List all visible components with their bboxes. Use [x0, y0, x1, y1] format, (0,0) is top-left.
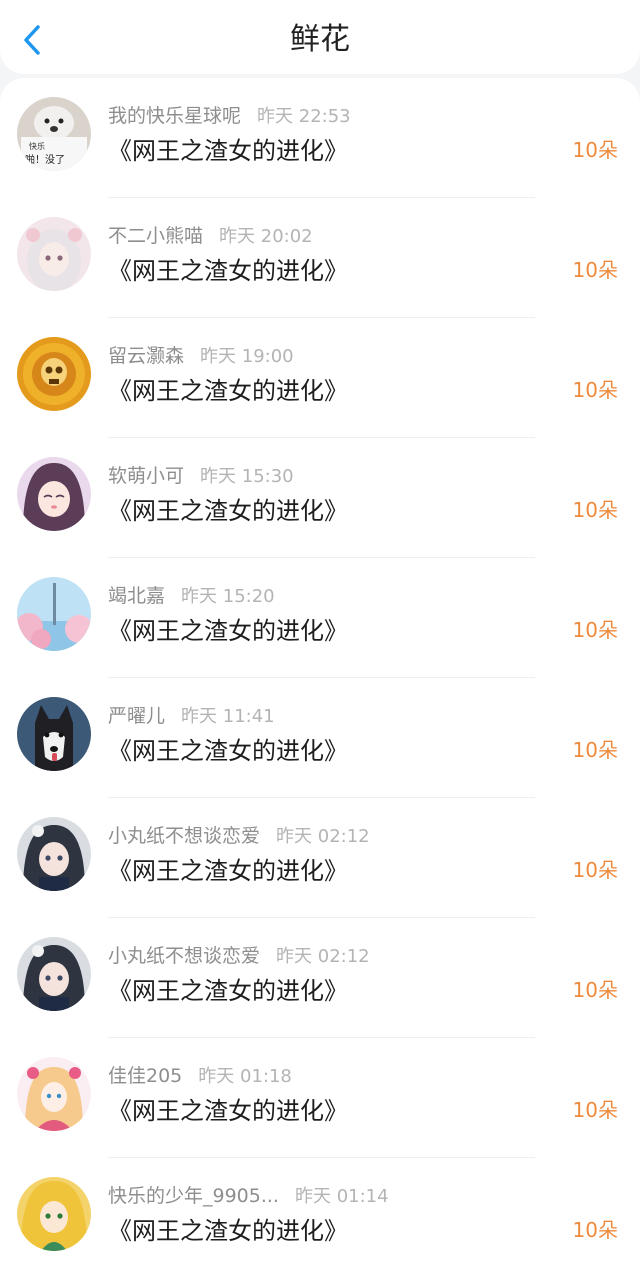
flower-count: 10朵 [572, 138, 618, 162]
flower-count: 10朵 [572, 738, 618, 762]
timestamp: 昨天 22:53 [257, 106, 351, 127]
timestamp: 昨天 01:14 [294, 1186, 389, 1207]
dog-meme-avatar-icon: 快乐 啪！没了 [17, 97, 91, 171]
golden-skull-avatar-icon [17, 337, 91, 411]
list-item[interactable]: 佳佳205 昨天 01:18 《网王之渣女的进化》 10朵 [0, 1038, 640, 1158]
anime-girl-avatar-icon [17, 1057, 91, 1131]
list-item[interactable]: 小丸纸不想谈恋爱 昨天 02:12 《网王之渣女的进化》 10朵 [0, 918, 640, 1038]
page-title: 鲜花 [290, 22, 350, 57]
item-meta: 佳佳205 昨天 01:18 [108, 1063, 292, 1090]
item-meta: 我的快乐星球呢 昨天 22:53 [108, 103, 351, 130]
item-meta: 不二小熊喵 昨天 20:02 [108, 223, 313, 250]
timestamp: 昨天 11:41 [181, 706, 275, 727]
avatar[interactable] [17, 217, 91, 291]
flower-count: 10朵 [572, 858, 618, 882]
timestamp: 昨天 02:12 [276, 946, 370, 967]
item-meta: 竭北嘉 昨天 15:20 [108, 583, 275, 610]
book-title[interactable]: 《网王之渣女的进化》 [108, 1215, 348, 1247]
avatar[interactable] [17, 817, 91, 891]
flower-count: 10朵 [572, 618, 618, 642]
svg-text:啪！没了: 啪！没了 [25, 153, 65, 166]
blonde-anime-avatar-icon [17, 1177, 91, 1251]
list-item[interactable]: 留云灏森 昨天 19:00 《网王之渣女的进化》 10朵 [0, 318, 640, 438]
avatar[interactable] [17, 577, 91, 651]
list-item[interactable]: 不二小熊喵 昨天 20:02 《网王之渣女的进化》 10朵 [0, 198, 640, 318]
book-title[interactable]: 《网王之渣女的进化》 [108, 375, 348, 407]
book-title[interactable]: 《网王之渣女的进化》 [108, 255, 348, 287]
avatar[interactable] [17, 697, 91, 771]
item-meta: 小丸纸不想谈恋爱 昨天 02:12 [108, 823, 370, 850]
username[interactable]: 小丸纸不想谈恋爱 [108, 825, 260, 847]
book-title[interactable]: 《网王之渣女的进化》 [108, 975, 348, 1007]
flower-count: 10朵 [572, 1218, 618, 1242]
avatar[interactable]: 快乐 啪！没了 [17, 97, 91, 171]
book-title[interactable]: 《网王之渣女的进化》 [108, 615, 348, 647]
flower-count: 10朵 [572, 1098, 618, 1122]
anime-girl-avatar-icon [17, 217, 91, 291]
flower-list: 快乐 啪！没了 我的快乐星球呢 昨天 22:53 《网王之渣女的进化》 10朵 不… [0, 78, 640, 1272]
book-title[interactable]: 《网王之渣女的进化》 [108, 855, 348, 887]
sakura-scene-avatar-icon [17, 577, 91, 651]
book-title[interactable]: 《网王之渣女的进化》 [108, 135, 348, 167]
username[interactable]: 竭北嘉 [108, 585, 165, 607]
avatar[interactable] [17, 937, 91, 1011]
top-bar: 鲜花 [0, 0, 640, 74]
list-item[interactable]: 严曜儿 昨天 11:41 《网王之渣女的进化》 10朵 [0, 678, 640, 798]
flower-count: 10朵 [572, 978, 618, 1002]
flower-count: 10朵 [572, 378, 618, 402]
item-meta: 小丸纸不想谈恋爱 昨天 02:12 [108, 943, 370, 970]
list-item[interactable]: 小丸纸不想谈恋爱 昨天 02:12 《网王之渣女的进化》 10朵 [0, 798, 640, 918]
timestamp: 昨天 01:18 [198, 1066, 292, 1087]
avatar[interactable] [17, 337, 91, 411]
timestamp: 昨天 20:02 [219, 226, 313, 247]
item-meta: 软萌小可 昨天 15:30 [108, 463, 294, 490]
avatar[interactable] [17, 457, 91, 531]
list-item[interactable]: 竭北嘉 昨天 15:20 《网王之渣女的进化》 10朵 [0, 558, 640, 678]
username[interactable]: 快乐的少年_9905... [108, 1185, 279, 1207]
item-meta: 快乐的少年_9905... 昨天 01:14 [108, 1183, 389, 1210]
list-item[interactable]: 软萌小可 昨天 15:30 《网王之渣女的进化》 10朵 [0, 438, 640, 558]
item-meta: 严曜儿 昨天 11:41 [108, 703, 275, 730]
svg-text:快乐: 快乐 [29, 141, 45, 151]
username[interactable]: 不二小熊喵 [108, 225, 203, 247]
book-title[interactable]: 《网王之渣女的进化》 [108, 495, 348, 527]
username[interactable]: 严曜儿 [108, 705, 165, 727]
avatar[interactable] [17, 1057, 91, 1131]
avatar[interactable] [17, 1177, 91, 1251]
list-item[interactable]: 快乐 啪！没了 我的快乐星球呢 昨天 22:53 《网王之渣女的进化》 10朵 [0, 78, 640, 198]
username[interactable]: 留云灏森 [108, 345, 184, 367]
timestamp: 昨天 02:12 [276, 826, 370, 847]
username[interactable]: 佳佳205 [108, 1065, 182, 1087]
anime-girl-avatar-icon [17, 817, 91, 891]
book-title[interactable]: 《网王之渣女的进化》 [108, 1095, 348, 1127]
anime-girl-avatar-icon [17, 937, 91, 1011]
husky-avatar-icon [17, 697, 91, 771]
book-title[interactable]: 《网王之渣女的进化》 [108, 735, 348, 767]
flower-count: 10朵 [572, 258, 618, 282]
timestamp: 昨天 15:20 [181, 586, 275, 607]
anime-girl-avatar-icon [17, 457, 91, 531]
list-item[interactable]: 快乐的少年_9905... 昨天 01:14 《网王之渣女的进化》 10朵 [0, 1158, 640, 1272]
item-meta: 留云灏森 昨天 19:00 [108, 343, 294, 370]
username[interactable]: 小丸纸不想谈恋爱 [108, 945, 260, 967]
username[interactable]: 软萌小可 [108, 465, 184, 487]
username[interactable]: 我的快乐星球呢 [108, 105, 241, 127]
timestamp: 昨天 19:00 [200, 346, 294, 367]
flower-count: 10朵 [572, 498, 618, 522]
timestamp: 昨天 15:30 [200, 466, 294, 487]
